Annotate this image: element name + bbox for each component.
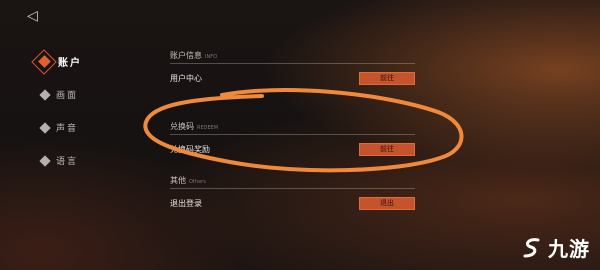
watermark-s-icon — [523, 237, 540, 257]
watermark-text: 九游 — [548, 237, 590, 261]
watermark-logo: 九游 — [520, 233, 590, 262]
orange-scribble-annotation — [143, 88, 464, 173]
